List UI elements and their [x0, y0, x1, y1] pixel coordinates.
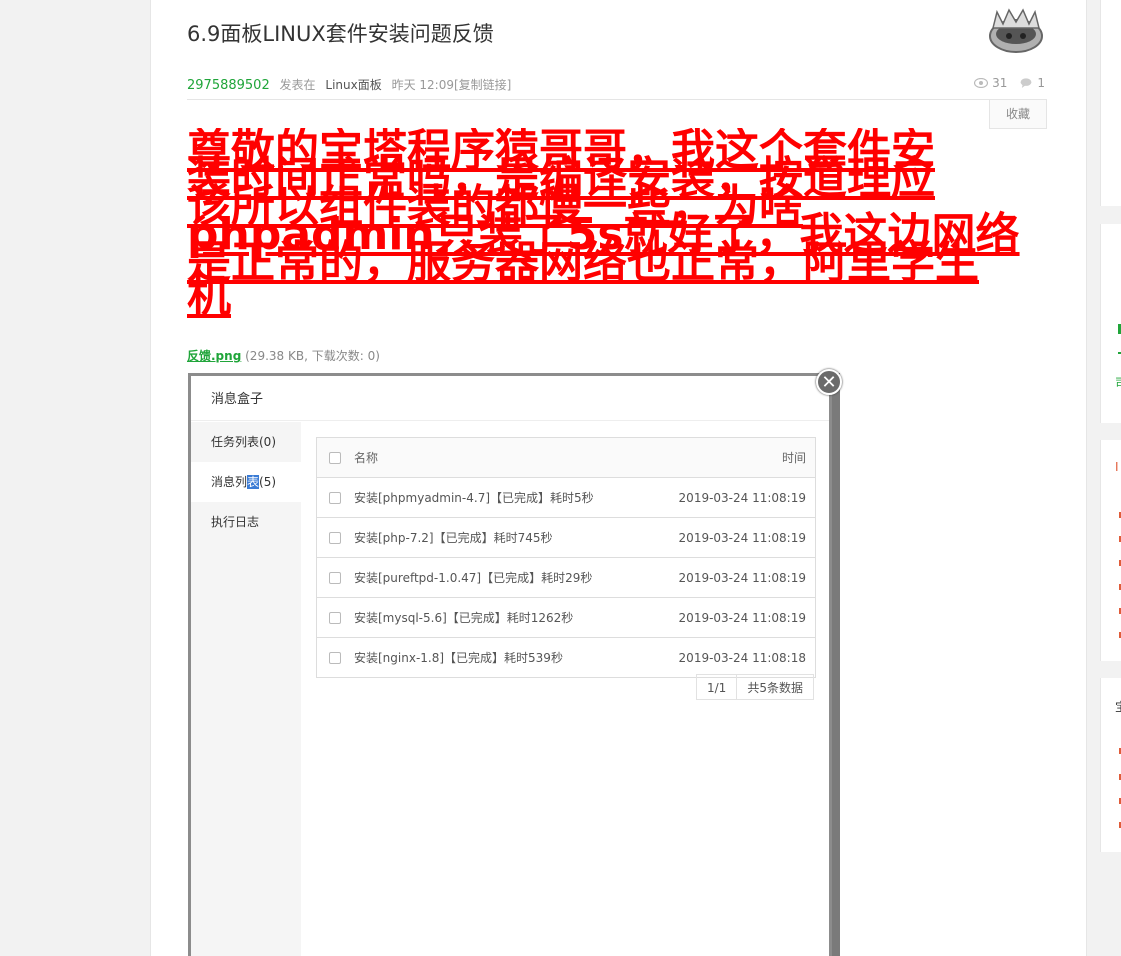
row-checkbox[interactable]: [316, 477, 353, 518]
row-name: 安装[nginx-1.8]【已完成】耗时539秒: [353, 637, 648, 678]
divider: [187, 99, 1047, 100]
row-checkbox[interactable]: [316, 597, 353, 638]
sidebar-text: I: [1115, 460, 1119, 474]
attachment-image[interactable]: 消息盒子 任务列表(0) 消息列表(5) 执行日志 名称 时间 安装[phpmy…: [188, 373, 840, 956]
message-table: 名称 时间 安装[phpmyadmin-4.7]【已完成】耗时5秒 2019-0…: [316, 437, 816, 678]
row-time: 2019-03-24 11:08:19: [647, 557, 816, 598]
table-row: 安装[pureftpd-1.0.47]【已完成】耗时29秒 2019-03-24…: [316, 557, 816, 598]
row-name: 安装[php-7.2]【已完成】耗时745秒: [353, 517, 648, 558]
pagination: 1/1 共5条数据: [696, 674, 814, 700]
row-checkbox[interactable]: [316, 517, 353, 558]
post-time: 昨天 12:09: [391, 78, 454, 92]
eye-icon: [974, 78, 989, 88]
thread-title: 6.9面板LINUX套件安装问题反馈: [187, 22, 494, 46]
scroll-shadow: [832, 376, 840, 956]
tab-label: 消息列: [211, 475, 248, 489]
message-box-title: 消息盒子: [191, 376, 829, 421]
col-name: 名称: [353, 437, 648, 478]
reply-count: 1: [1037, 76, 1045, 90]
comment-icon: [1020, 78, 1032, 88]
row-time: 2019-03-24 11:08:19: [647, 597, 816, 638]
row-checkbox[interactable]: [316, 557, 353, 598]
select-all-checkbox[interactable]: [316, 437, 353, 478]
row-checkbox[interactable]: [316, 637, 353, 678]
view-count: 31: [992, 76, 1008, 90]
post-body: 尊敬的宝塔程序猿哥哥，我这个套件安 装时间正常吗，是编译安装，按道理应 该所以组…: [187, 128, 1052, 338]
tab-task-list[interactable]: 任务列表(0): [191, 422, 301, 462]
total-count: 共5条数据: [737, 674, 814, 700]
row-time: 2019-03-24 11:08:19: [647, 517, 816, 558]
table-row: 安装[php-7.2]【已完成】耗时745秒 2019-03-24 11:08:…: [316, 517, 816, 558]
page-indicator[interactable]: 1/1: [696, 674, 738, 700]
author-avatar[interactable]: [987, 6, 1045, 54]
sidebar-card: [1100, 0, 1121, 206]
tab-exec-log[interactable]: 执行日志: [191, 502, 301, 542]
attachment-link[interactable]: 反馈.png: [187, 349, 241, 363]
post-line: 是正常的，服务器网络也正常，阿里学生: [187, 237, 979, 288]
message-box: 消息盒子 任务列表(0) 消息列表(5) 执行日志 名称 时间 安装[phpmy…: [191, 376, 829, 956]
copy-link[interactable]: [复制链接]: [454, 78, 511, 92]
row-time: 2019-03-24 11:08:19: [647, 477, 816, 518]
sidebar-text: 司: [1115, 374, 1121, 391]
row-name: 安装[mysql-5.6]【已完成】耗时1262秒: [353, 597, 648, 638]
table-row: 安装[mysql-5.6]【已完成】耗时1262秒 2019-03-24 11:…: [316, 597, 816, 638]
sidebar-card: 宝: [1100, 678, 1121, 852]
posted-in-label: 发表在: [279, 78, 316, 92]
col-time: 时间: [647, 437, 816, 478]
row-name: 安装[phpmyadmin-4.7]【已完成】耗时5秒: [353, 477, 648, 518]
message-box-sidebar: 任务列表(0) 消息列表(5) 执行日志: [191, 422, 301, 956]
attachment-info: 反馈.png (29.38 KB, 下载次数: 0): [187, 347, 380, 364]
row-name: 安装[pureftpd-1.0.47]【已完成】耗时29秒: [353, 557, 648, 598]
tab-label-highlight: 表: [247, 475, 260, 489]
sidebar-text: 宝: [1115, 698, 1121, 715]
table-row: 安装[nginx-1.8]【已完成】耗时539秒 2019-03-24 11:0…: [316, 637, 816, 678]
tab-label: (5): [259, 475, 277, 489]
table-header: 名称 时间: [316, 437, 816, 478]
sidebar-card: I: [1100, 440, 1121, 661]
attachment-meta: (29.38 KB, 下载次数: 0): [245, 349, 380, 363]
sidebar-card: 司: [1100, 224, 1121, 423]
favorite-button[interactable]: 收藏: [989, 99, 1047, 129]
author-link[interactable]: 2975889502: [187, 78, 270, 93]
row-time: 2019-03-24 11:08:18: [647, 637, 816, 678]
table-row: 安装[phpmyadmin-4.7]【已完成】耗时5秒 2019-03-24 1…: [316, 477, 816, 518]
board-link[interactable]: Linux面板: [325, 78, 381, 92]
close-icon[interactable]: ✕: [816, 369, 842, 395]
post-meta: 2975889502 发表在 Linux面板 昨天 12:09[复制链接]: [187, 76, 511, 93]
tab-message-list[interactable]: 消息列表(5): [191, 462, 301, 502]
thread-stats: 31 1: [974, 76, 1045, 90]
